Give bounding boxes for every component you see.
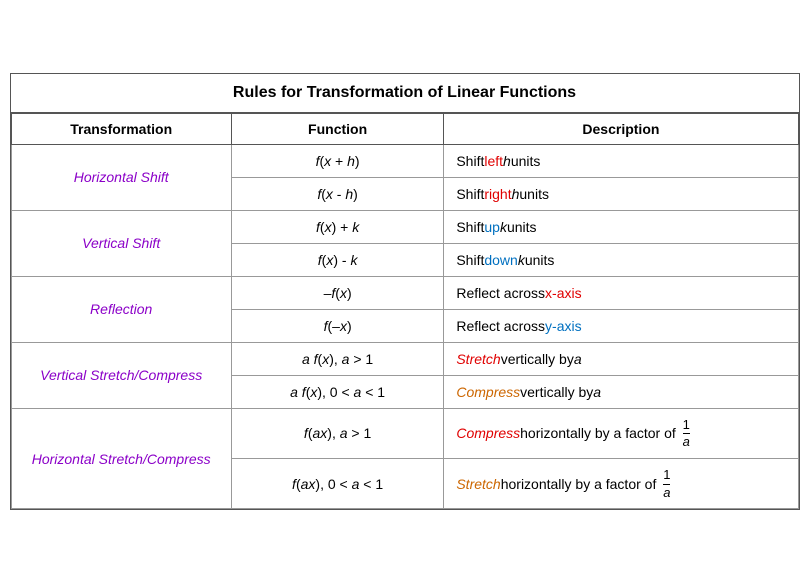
transformation-cell: Reflection	[11, 276, 231, 342]
transformation-cell: Horizontal Stretch/Compress	[11, 408, 231, 508]
description-cell: Shift down k units	[444, 243, 798, 276]
function-cell: f(ax), 0 < a < 1	[231, 459, 443, 509]
description-cell: Stretch horizontally by a factor of 1a	[444, 459, 798, 509]
function-cell: f(x) - k	[231, 243, 443, 276]
table-row: Vertical Shiftf(x) + kShift up k units	[11, 210, 798, 243]
description-cell: Compress horizontally by a factor of 1a	[444, 408, 798, 458]
description-cell: Shift right h units	[444, 177, 798, 210]
function-cell: –f(x)	[231, 276, 443, 309]
header-description: Description	[444, 113, 798, 144]
description-cell: Stretch vertically by a	[444, 342, 798, 375]
table-title: Rules for Transformation of Linear Funct…	[11, 74, 799, 113]
function-cell: f(–x)	[231, 309, 443, 342]
table-row: Vertical Stretch/Compressa f(x), a > 1St…	[11, 342, 798, 375]
function-cell: a f(x), 0 < a < 1	[231, 375, 443, 408]
function-cell: f(x + h)	[231, 144, 443, 177]
function-cell: f(x - h)	[231, 177, 443, 210]
transformation-cell: Vertical Shift	[11, 210, 231, 276]
function-cell: f(ax), a > 1	[231, 408, 443, 458]
description-cell: Compress vertically by a	[444, 375, 798, 408]
transformation-cell: Vertical Stretch/Compress	[11, 342, 231, 408]
header-transformation: Transformation	[11, 113, 231, 144]
header-function: Function	[231, 113, 443, 144]
transformation-cell: Horizontal Shift	[11, 144, 231, 210]
transformation-table: Transformation Function Description Hori…	[11, 113, 799, 509]
table-row: Horizontal Stretch/Compressf(ax), a > 1C…	[11, 408, 798, 458]
description-cell: Reflect across y-axis	[444, 309, 798, 342]
table-row: Horizontal Shiftf(x + h)Shift left h uni…	[11, 144, 798, 177]
description-cell: Shift up k units	[444, 210, 798, 243]
function-cell: a f(x), a > 1	[231, 342, 443, 375]
description-cell: Shift left h units	[444, 144, 798, 177]
description-cell: Reflect across x-axis	[444, 276, 798, 309]
main-table-wrapper: Rules for Transformation of Linear Funct…	[10, 73, 800, 510]
table-row: Reflection–f(x)Reflect across x-axis	[11, 276, 798, 309]
function-cell: f(x) + k	[231, 210, 443, 243]
